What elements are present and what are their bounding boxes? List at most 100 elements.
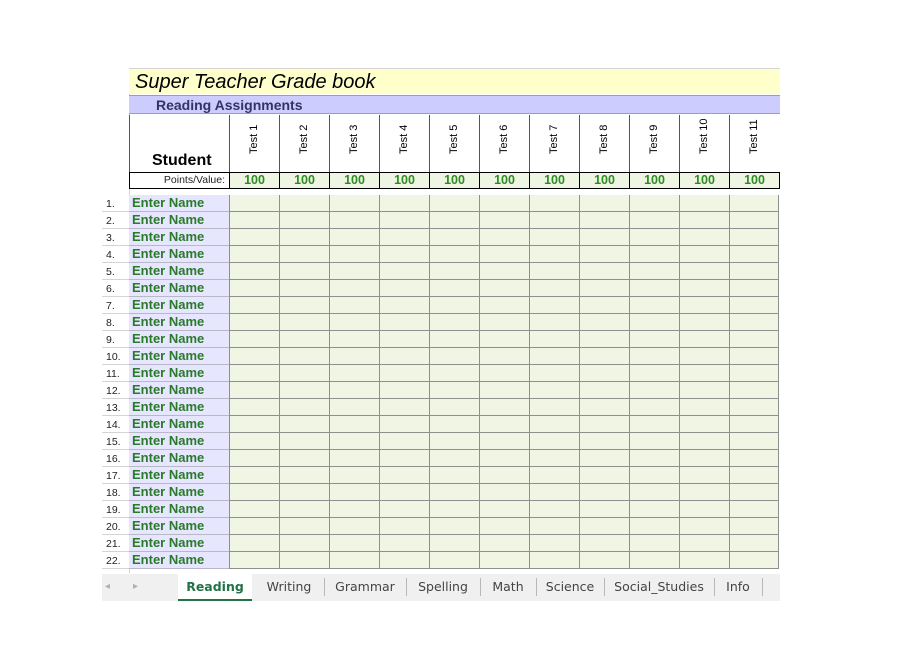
grade-cell[interactable]: [429, 552, 479, 569]
grade-cell[interactable]: [379, 450, 429, 467]
grade-cell[interactable]: [729, 246, 779, 263]
grade-cell[interactable]: [279, 195, 329, 212]
test-header-cell[interactable]: Test 8: [579, 115, 629, 172]
grade-cell[interactable]: [529, 280, 579, 297]
grade-cell[interactable]: [729, 229, 779, 246]
student-name-cell[interactable]: Enter Name: [129, 280, 229, 297]
grade-cell[interactable]: [729, 314, 779, 331]
grade-cell[interactable]: [729, 484, 779, 501]
grade-cell[interactable]: [579, 399, 629, 416]
student-name-cell[interactable]: Enter Name: [129, 365, 229, 382]
points-value-cell[interactable]: 100: [629, 173, 679, 188]
grade-cell[interactable]: [679, 416, 729, 433]
student-name-cell[interactable]: Enter Name: [129, 450, 229, 467]
grade-cell[interactable]: [629, 365, 679, 382]
grade-cell[interactable]: [379, 399, 429, 416]
grade-cell[interactable]: [679, 314, 729, 331]
grade-cell[interactable]: [479, 280, 529, 297]
grade-cell[interactable]: [579, 297, 629, 314]
grade-cell[interactable]: [679, 229, 729, 246]
grade-cell[interactable]: [629, 382, 679, 399]
grade-cell[interactable]: [629, 450, 679, 467]
grade-cell[interactable]: [329, 263, 379, 280]
sheet-tab-math[interactable]: Math: [480, 578, 537, 596]
grade-cell[interactable]: [579, 416, 629, 433]
grade-cell[interactable]: [379, 263, 429, 280]
grade-cell[interactable]: [629, 212, 679, 229]
grade-cell[interactable]: [529, 467, 579, 484]
grade-cell[interactable]: [729, 518, 779, 535]
grade-cell[interactable]: [429, 535, 479, 552]
student-name-cell[interactable]: Enter Name: [129, 195, 229, 212]
grade-cell[interactable]: [479, 552, 529, 569]
grade-cell[interactable]: [479, 416, 529, 433]
grade-cell[interactable]: [329, 382, 379, 399]
grade-cell[interactable]: [579, 314, 629, 331]
grade-cell[interactable]: [329, 246, 379, 263]
grade-cell[interactable]: [279, 297, 329, 314]
grade-cell[interactable]: [379, 348, 429, 365]
grade-cell[interactable]: [329, 399, 379, 416]
grade-cell[interactable]: [379, 195, 429, 212]
grade-cell[interactable]: [579, 365, 629, 382]
grade-cell[interactable]: [379, 433, 429, 450]
grade-cell[interactable]: [579, 467, 629, 484]
grade-cell[interactable]: [479, 314, 529, 331]
grade-cell[interactable]: [229, 280, 279, 297]
grade-cell[interactable]: [679, 348, 729, 365]
grade-cell[interactable]: [379, 467, 429, 484]
grade-cell[interactable]: [629, 399, 679, 416]
grade-cell[interactable]: [629, 552, 679, 569]
grade-cell[interactable]: [529, 348, 579, 365]
grade-cell[interactable]: [279, 518, 329, 535]
grade-cell[interactable]: [429, 297, 479, 314]
grade-cell[interactable]: [629, 246, 679, 263]
grade-cell[interactable]: [479, 399, 529, 416]
grade-cell[interactable]: [529, 518, 579, 535]
test-header-cell[interactable]: Test 9: [629, 115, 679, 172]
title-cell[interactable]: Super Teacher Grade book: [129, 68, 780, 94]
grade-cell[interactable]: [629, 195, 679, 212]
grade-cell[interactable]: [579, 280, 629, 297]
grade-cell[interactable]: [679, 246, 729, 263]
grade-cell[interactable]: [729, 365, 779, 382]
grade-cell[interactable]: [479, 297, 529, 314]
grade-cell[interactable]: [379, 518, 429, 535]
student-name-cell[interactable]: Enter Name: [129, 263, 229, 280]
grade-cell[interactable]: [279, 212, 329, 229]
grade-cell[interactable]: [229, 331, 279, 348]
grade-cell[interactable]: [529, 382, 579, 399]
grade-cell[interactable]: [229, 484, 279, 501]
test-header-cell[interactable]: Test 4: [379, 115, 429, 172]
grade-cell[interactable]: [729, 433, 779, 450]
grade-cell[interactable]: [479, 518, 529, 535]
grade-cell[interactable]: [729, 416, 779, 433]
grade-cell[interactable]: [579, 382, 629, 399]
grade-cell[interactable]: [479, 365, 529, 382]
grade-cell[interactable]: [329, 416, 379, 433]
grade-cell[interactable]: [229, 416, 279, 433]
grade-cell[interactable]: [529, 212, 579, 229]
grade-cell[interactable]: [429, 416, 479, 433]
grade-cell[interactable]: [529, 535, 579, 552]
grade-cell[interactable]: [729, 195, 779, 212]
grade-cell[interactable]: [729, 450, 779, 467]
points-value-cell[interactable]: 100: [579, 173, 629, 188]
grade-cell[interactable]: [479, 195, 529, 212]
grade-cell[interactable]: [279, 263, 329, 280]
grade-cell[interactable]: [329, 535, 379, 552]
grade-cell[interactable]: [379, 382, 429, 399]
grade-cell[interactable]: [629, 518, 679, 535]
grade-cell[interactable]: [329, 552, 379, 569]
grade-cell[interactable]: [279, 348, 329, 365]
grade-cell[interactable]: [329, 229, 379, 246]
grade-cell[interactable]: [679, 433, 729, 450]
grade-cell[interactable]: [229, 297, 279, 314]
grade-cell[interactable]: [229, 229, 279, 246]
grade-cell[interactable]: [429, 314, 479, 331]
student-name-cell[interactable]: Enter Name: [129, 399, 229, 416]
grade-cell[interactable]: [229, 535, 279, 552]
sheet-tab-science[interactable]: Science: [536, 578, 605, 596]
grade-cell[interactable]: [479, 501, 529, 518]
grade-cell[interactable]: [579, 195, 629, 212]
